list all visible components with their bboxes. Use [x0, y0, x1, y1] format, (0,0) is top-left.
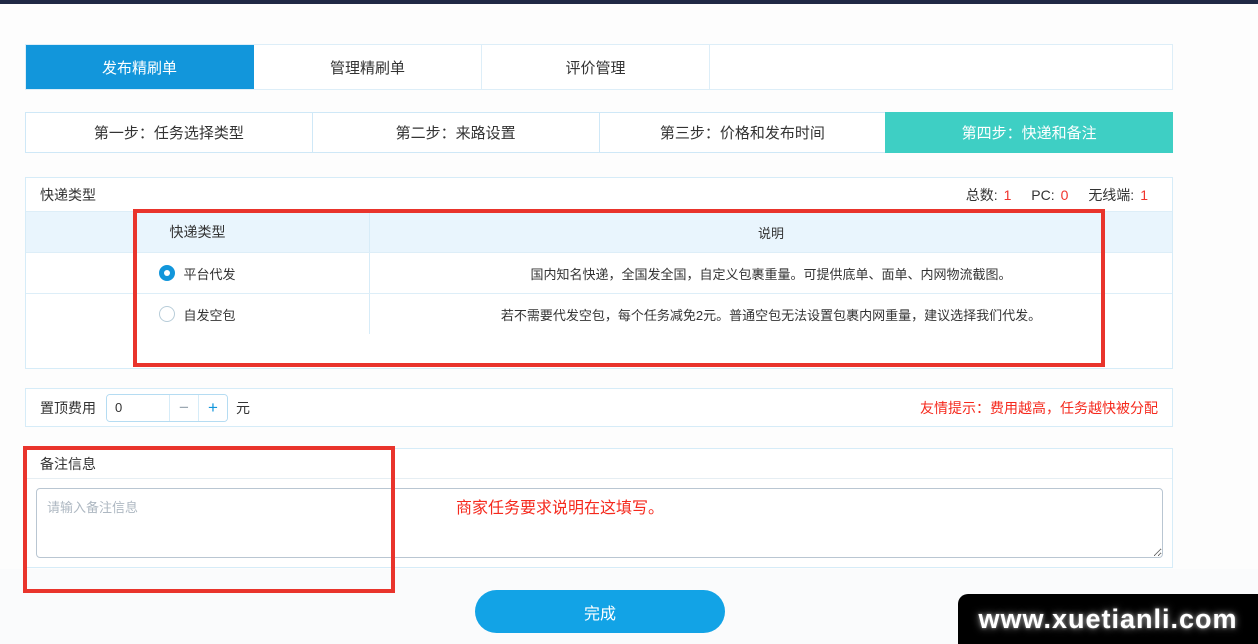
finish-button[interactable]: 完成	[475, 590, 725, 633]
option-description: 若不需要代发空包，每个任务减免2元。普通空包无法设置包裹内网重量，建议选择我们代…	[370, 294, 1172, 334]
option-label: 自发空包	[183, 305, 235, 324]
watermark: www.xuetianli.com	[958, 594, 1258, 644]
pc-label: PC:	[1031, 187, 1054, 203]
top-fee-section: 置顶费用 − + 元 友情提示：费用越高，任务越快被分配	[25, 388, 1173, 427]
column-header-description: 说明	[370, 212, 1172, 252]
increase-fee-button[interactable]: +	[198, 395, 227, 421]
top-fee-label: 置顶费用	[40, 398, 96, 418]
step-1-task-type[interactable]: 第一步：任务选择类型	[25, 112, 313, 153]
remark-section: 备注信息 商家任务要求说明在这填写。	[25, 448, 1173, 568]
option-description: 国内知名快递，全国发全国，自定义包裹重量。可提供底单、面单、内网物流截图。	[370, 253, 1172, 293]
decrease-fee-button[interactable]: −	[169, 395, 198, 421]
remark-annotation-text: 商家任务要求说明在这填写。	[456, 494, 664, 518]
express-type-section: 快递类型 总数: 1 PC: 0 无线端: 1 快递类型 说明 平台代发 国内知名快递…	[25, 177, 1173, 369]
top-fee-input[interactable]	[107, 395, 169, 421]
express-section-title: 快递类型	[40, 185, 96, 205]
tabbar-filler	[710, 45, 1172, 89]
table-row: 平台代发 国内知名快递，全国发全国，自定义包裹重量。可提供底单、面单、内网物流截…	[26, 252, 1172, 293]
step-3-price-time[interactable]: 第三步：价格和发布时间	[599, 112, 887, 153]
express-table-header: 快递类型 说明	[26, 211, 1172, 252]
fee-unit-label: 元	[236, 398, 250, 418]
express-section-header: 快递类型 总数: 1 PC: 0 无线端: 1	[26, 178, 1172, 211]
step-4-express-remark[interactable]: 第四步：快递和备注	[885, 112, 1173, 153]
option-self-empty-package[interactable]: 自发空包	[26, 294, 370, 334]
remark-section-title: 备注信息	[26, 449, 1172, 479]
top-accent-bar	[0, 0, 1258, 4]
task-count-stats: 总数: 1 PC: 0 无线端: 1	[960, 185, 1158, 205]
friendly-tip-text: 友情提示：费用越高，任务越快被分配	[920, 398, 1158, 418]
pc-value: 0	[1061, 187, 1069, 203]
tab-publish-task[interactable]: 发布精刷单	[26, 45, 254, 89]
main-tabs: 发布精刷单 管理精刷单 评价管理	[25, 44, 1173, 90]
radio-platform-dropship[interactable]	[159, 265, 175, 281]
option-label: 平台代发	[183, 264, 235, 283]
wireless-label: 无线端:	[1088, 187, 1134, 203]
total-value: 1	[1004, 187, 1012, 203]
wireless-value: 1	[1140, 187, 1148, 203]
step-2-source-setup[interactable]: 第二步：来路设置	[312, 112, 600, 153]
table-row: 自发空包 若不需要代发空包，每个任务减免2元。普通空包无法设置包裹内网重量，建议…	[26, 293, 1172, 334]
tab-review-manage[interactable]: 评价管理	[482, 45, 710, 89]
option-platform-dropship[interactable]: 平台代发	[26, 253, 370, 293]
radio-self-empty-package[interactable]	[159, 306, 175, 322]
tab-manage-task[interactable]: 管理精刷单	[254, 45, 482, 89]
step-tabs: 第一步：任务选择类型 第二步：来路设置 第三步：价格和发布时间 第四步：快递和备…	[25, 112, 1173, 153]
fee-stepper: − +	[106, 394, 228, 422]
column-header-type: 快递类型	[26, 212, 370, 252]
total-label: 总数:	[966, 187, 998, 203]
